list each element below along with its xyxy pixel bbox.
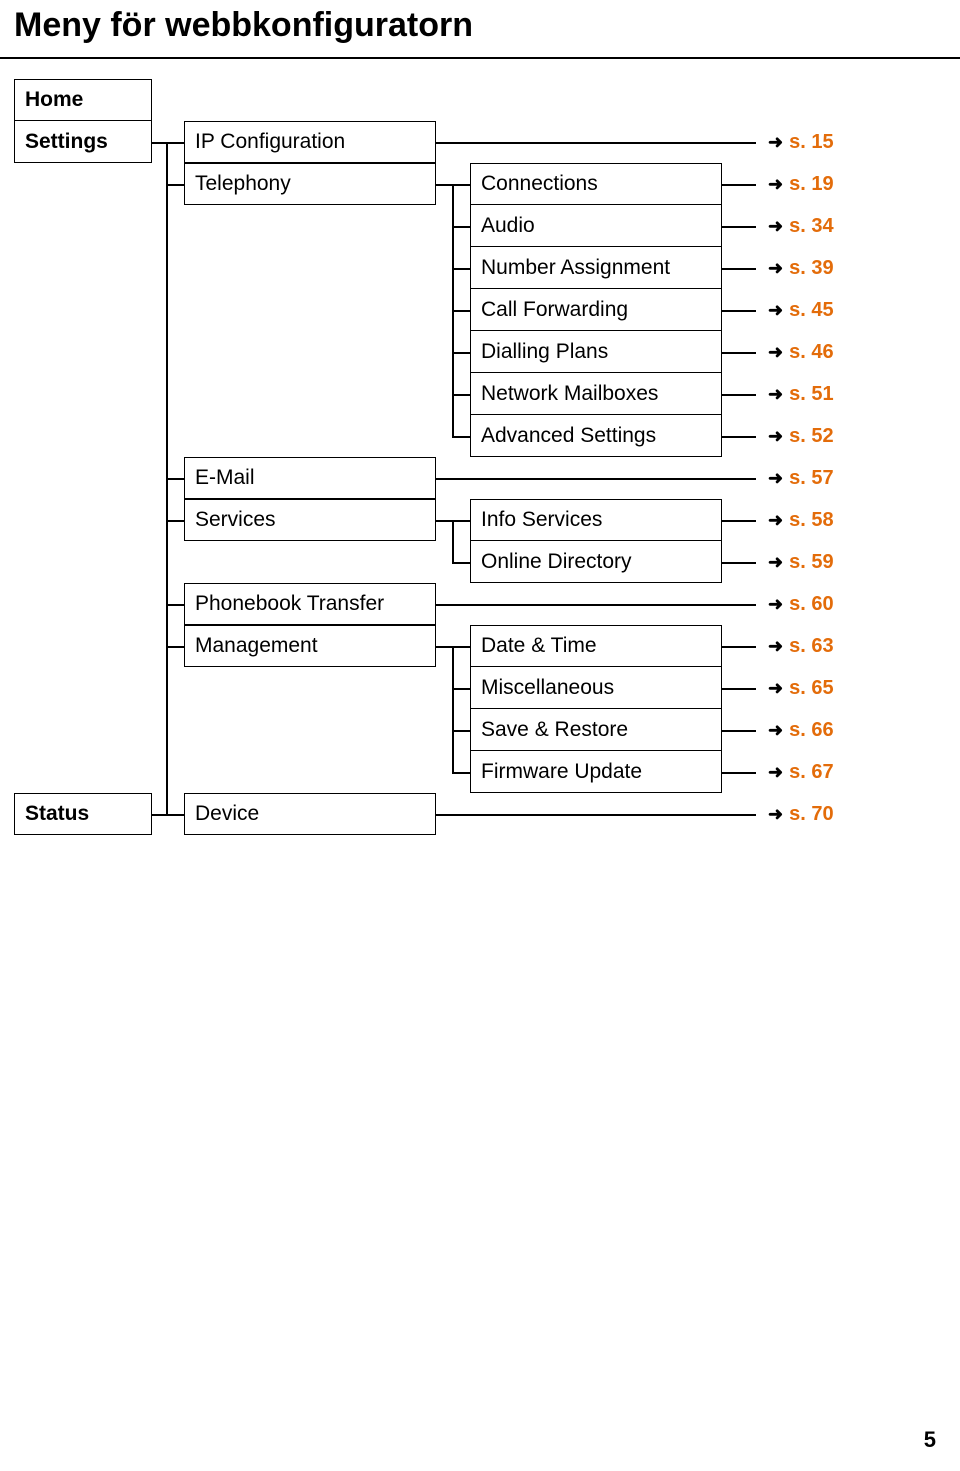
page-ref[interactable]: ➜s. 70 — [768, 803, 834, 826]
arrow-right-icon: ➜ — [768, 132, 783, 153]
nav-status: Status — [14, 793, 152, 835]
arrow-right-icon: ➜ — [768, 258, 783, 279]
menu-firmware-update: Firmware Update — [470, 751, 722, 793]
page-ref[interactable]: ➜s. 39 — [768, 257, 834, 280]
arrow-right-icon: ➜ — [768, 300, 783, 321]
page-ref[interactable]: ➜s. 15 — [768, 131, 834, 154]
arrow-right-icon: ➜ — [768, 552, 783, 573]
arrow-right-icon: ➜ — [768, 174, 783, 195]
menu-save-restore: Save & Restore — [470, 709, 722, 751]
page-ref[interactable]: ➜s. 65 — [768, 677, 834, 700]
page-ref[interactable]: ➜s. 60 — [768, 593, 834, 616]
page-ref[interactable]: ➜s. 46 — [768, 341, 834, 364]
menu-audio: Audio — [470, 205, 722, 247]
page-ref[interactable]: ➜s. 19 — [768, 173, 834, 196]
menu-telephony: Telephony — [184, 163, 436, 205]
menu-advanced-settings: Advanced Settings — [470, 415, 722, 457]
page-number: 5 — [924, 1427, 936, 1453]
menu-device: Device — [184, 793, 436, 835]
nav-settings: Settings — [14, 121, 152, 163]
arrow-right-icon: ➜ — [768, 804, 783, 825]
arrow-right-icon: ➜ — [768, 468, 783, 489]
menu-date-time: Date & Time — [470, 625, 722, 667]
menu-dialling-plans: Dialling Plans — [470, 331, 722, 373]
page-ref[interactable]: ➜s. 66 — [768, 719, 834, 742]
menu-connections: Connections — [470, 163, 722, 205]
arrow-right-icon: ➜ — [768, 636, 783, 657]
menu-number-assignment: Number Assignment — [470, 247, 722, 289]
arrow-right-icon: ➜ — [768, 762, 783, 783]
nav-home: Home — [14, 79, 152, 121]
arrow-right-icon: ➜ — [768, 342, 783, 363]
arrow-right-icon: ➜ — [768, 510, 783, 531]
menu-email: E-Mail — [184, 457, 436, 499]
title-rule — [0, 57, 960, 59]
page-ref[interactable]: ➜s. 45 — [768, 299, 834, 322]
menu-ip-configuration: IP Configuration — [184, 121, 436, 163]
page-ref[interactable]: ➜s. 63 — [768, 635, 834, 658]
arrow-right-icon: ➜ — [768, 678, 783, 699]
menu-miscellaneous: Miscellaneous — [470, 667, 722, 709]
page-ref[interactable]: ➜s. 67 — [768, 761, 834, 784]
menu-services: Services — [184, 499, 436, 541]
page-ref[interactable]: ➜s. 34 — [768, 215, 834, 238]
page-ref[interactable]: ➜s. 58 — [768, 509, 834, 532]
page-ref[interactable]: ➜s. 51 — [768, 383, 834, 406]
page-ref[interactable]: ➜s. 59 — [768, 551, 834, 574]
page-title: Meny för webbkonfiguratorn — [0, 0, 960, 51]
menu-info-services: Info Services — [470, 499, 722, 541]
page-ref[interactable]: ➜s. 57 — [768, 467, 834, 490]
arrow-right-icon: ➜ — [768, 594, 783, 615]
arrow-right-icon: ➜ — [768, 216, 783, 237]
arrow-right-icon: ➜ — [768, 426, 783, 447]
menu-tree: Home Settings IP Configuration ➜s. 15 Te… — [14, 79, 946, 835]
menu-phonebook-transfer: Phonebook Transfer — [184, 583, 436, 625]
menu-management: Management — [184, 625, 436, 667]
menu-network-mailboxes: Network Mailboxes — [470, 373, 722, 415]
menu-call-forwarding: Call Forwarding — [470, 289, 722, 331]
page-ref[interactable]: ➜s. 52 — [768, 425, 834, 448]
arrow-right-icon: ➜ — [768, 384, 783, 405]
menu-online-directory: Online Directory — [470, 541, 722, 583]
arrow-right-icon: ➜ — [768, 720, 783, 741]
